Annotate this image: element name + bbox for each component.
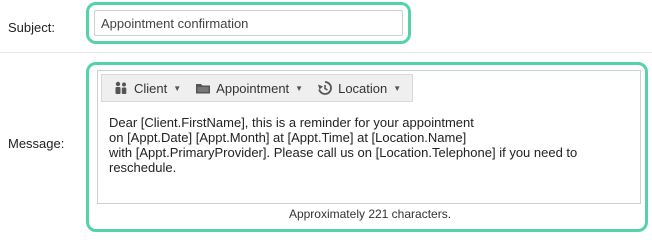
subject-input[interactable] (94, 10, 403, 36)
caret-down-icon: ▼ (393, 83, 402, 93)
client-menu-label: Client (134, 80, 168, 96)
folder-icon (196, 84, 211, 94)
location-menu-button[interactable]: Location ▼ (310, 75, 408, 101)
client-menu-button[interactable]: Client ▼ (106, 75, 188, 101)
message-row: Message: Client ▼ Appointment ▼ Location… (0, 53, 652, 232)
appointment-menu-label: Appointment (216, 80, 290, 96)
message-field-wrapper: Client ▼ Appointment ▼ Location ▼ Dear [… (86, 62, 648, 232)
people-icon (115, 81, 127, 94)
appointment-menu-button[interactable]: Appointment ▼ (188, 75, 310, 101)
location-menu-label: Location (338, 80, 388, 96)
caret-down-icon: ▼ (295, 83, 304, 93)
merge-field-toolbar: Client ▼ Appointment ▼ Location ▼ (101, 74, 414, 102)
subject-row: Subject: (0, 0, 652, 53)
character-count: Approximately 221 characters. (288, 207, 452, 221)
subject-field-wrapper (86, 2, 411, 44)
message-body-text[interactable]: Dear [Client.FirstName], this is a remin… (109, 115, 629, 175)
history-icon (318, 81, 332, 95)
message-editor[interactable]: Client ▼ Appointment ▼ Location ▼ Dear [… (97, 70, 641, 204)
caret-down-icon: ▼ (173, 83, 182, 93)
subject-label: Subject: (8, 20, 55, 35)
message-label: Message: (8, 136, 65, 151)
